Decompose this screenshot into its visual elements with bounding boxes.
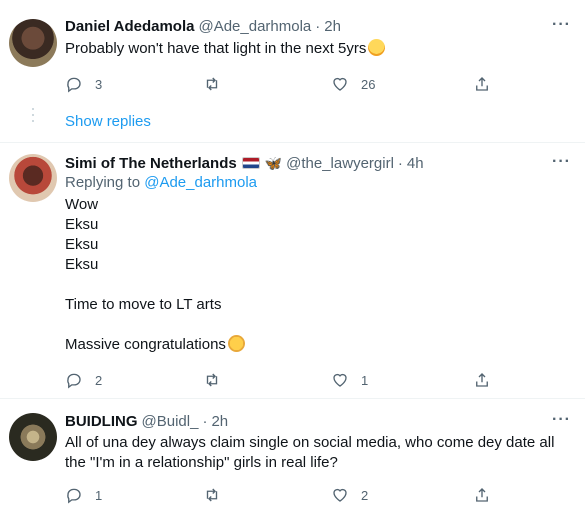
loudly-crying-face-emoji (368, 39, 386, 56)
reply-button[interactable]: 3 (65, 75, 102, 93)
user-handle[interactable]: @Ade_darhmola (198, 18, 311, 35)
reply-icon (67, 488, 81, 504)
like-button[interactable]: 1 (331, 371, 368, 389)
retweet-icon (206, 373, 218, 387)
timestamp[interactable]: 2h (211, 413, 228, 430)
reply-icon (67, 77, 81, 93)
like-count: 2 (361, 487, 369, 503)
reply-count: 3 (95, 76, 103, 92)
tweet-line: Time to move to LT arts (65, 296, 222, 313)
user-handle[interactable]: @Buidl_ (142, 413, 199, 430)
avatar[interactable] (9, 19, 57, 67)
tweet-line: Eksu (65, 216, 99, 233)
tweet-header: Simi of The Netherlands 🦋 @the_lawyergir… (65, 153, 571, 173)
tweet-line: Wow (65, 196, 99, 213)
display-name[interactable]: Daniel Adedamola (65, 18, 194, 35)
tweet-text: Probably won't have that light in the ne… (65, 39, 571, 59)
like-count: 26 (361, 76, 376, 92)
reply-button[interactable]: 1 (65, 486, 102, 504)
timestamp[interactable]: 4h (407, 155, 424, 172)
like-button[interactable]: 2 (331, 486, 368, 504)
user-handle[interactable]: @the_lawyergirl (286, 155, 394, 172)
tweet-line: Eksu (65, 256, 99, 273)
share-icon (476, 77, 488, 91)
replying-to: Replying to @Ade_darhmola (65, 174, 258, 191)
tweet-actions: 1 2 (65, 485, 515, 505)
netherlands-flag-emoji (241, 157, 260, 169)
more-options-icon[interactable]: ··· (552, 16, 571, 34)
heart-icon (333, 373, 347, 387)
show-replies-link[interactable]: Show replies (65, 113, 151, 130)
clapping-hands-emoji (227, 335, 245, 352)
tweet-header: Daniel Adedamola @Ade_darhmola · 2h (65, 16, 571, 36)
tweet-1[interactable]: Daniel Adedamola @Ade_darhmola · 2h ··· … (0, 0, 585, 98)
like-button[interactable]: 26 (331, 75, 375, 93)
more-options-icon[interactable]: ··· (552, 153, 571, 171)
thread-connector (32, 108, 34, 126)
share-button[interactable] (473, 371, 491, 389)
share-button[interactable] (473, 486, 491, 504)
more-options-icon[interactable]: ··· (552, 411, 571, 429)
dot-separator: · (315, 17, 321, 35)
tweet-line: Eksu (65, 236, 99, 253)
retweet-button[interactable] (203, 75, 221, 93)
tweet-2[interactable]: Simi of The Netherlands 🦋 @the_lawyergir… (0, 143, 585, 398)
tweet-actions: 2 1 (65, 370, 515, 390)
reply-icon (67, 373, 81, 389)
tweet-3[interactable]: BUIDLING @Buidl_ · 2h ··· All of una dey… (0, 399, 585, 521)
mention-link[interactable]: @Ade_darhmola (144, 174, 257, 191)
share-button[interactable] (473, 75, 491, 93)
display-name[interactable]: Simi of The Netherlands (65, 155, 237, 172)
heart-icon (333, 77, 347, 91)
dot-separator: · (397, 154, 403, 172)
retweet-button[interactable] (203, 371, 221, 389)
retweet-icon (206, 77, 218, 91)
tweet-text: All of una dey always claim single on so… (65, 434, 555, 471)
avatar[interactable] (9, 413, 57, 461)
heart-icon (333, 488, 347, 502)
tweet-actions: 3 26 (65, 74, 515, 94)
butterfly-emoji: 🦋 (264, 154, 283, 171)
reply-count: 2 (95, 372, 103, 388)
tweet-line: Massive congratulations (65, 335, 571, 355)
share-icon (476, 373, 488, 387)
retweet-button[interactable] (203, 486, 221, 504)
reply-button[interactable]: 2 (65, 371, 102, 389)
dot-separator: · (202, 412, 208, 430)
like-count: 1 (361, 372, 369, 388)
retweet-icon (206, 488, 218, 502)
reply-count: 1 (95, 487, 103, 503)
display-name[interactable]: BUIDLING (65, 413, 138, 430)
tweet-text: Wow Eksu Eksu Eksu Time to move to LT ar… (65, 195, 571, 355)
avatar[interactable] (9, 154, 57, 202)
tweet-header: BUIDLING @Buidl_ · 2h (65, 411, 571, 431)
share-icon (476, 488, 488, 502)
timestamp[interactable]: 2h (324, 18, 341, 35)
